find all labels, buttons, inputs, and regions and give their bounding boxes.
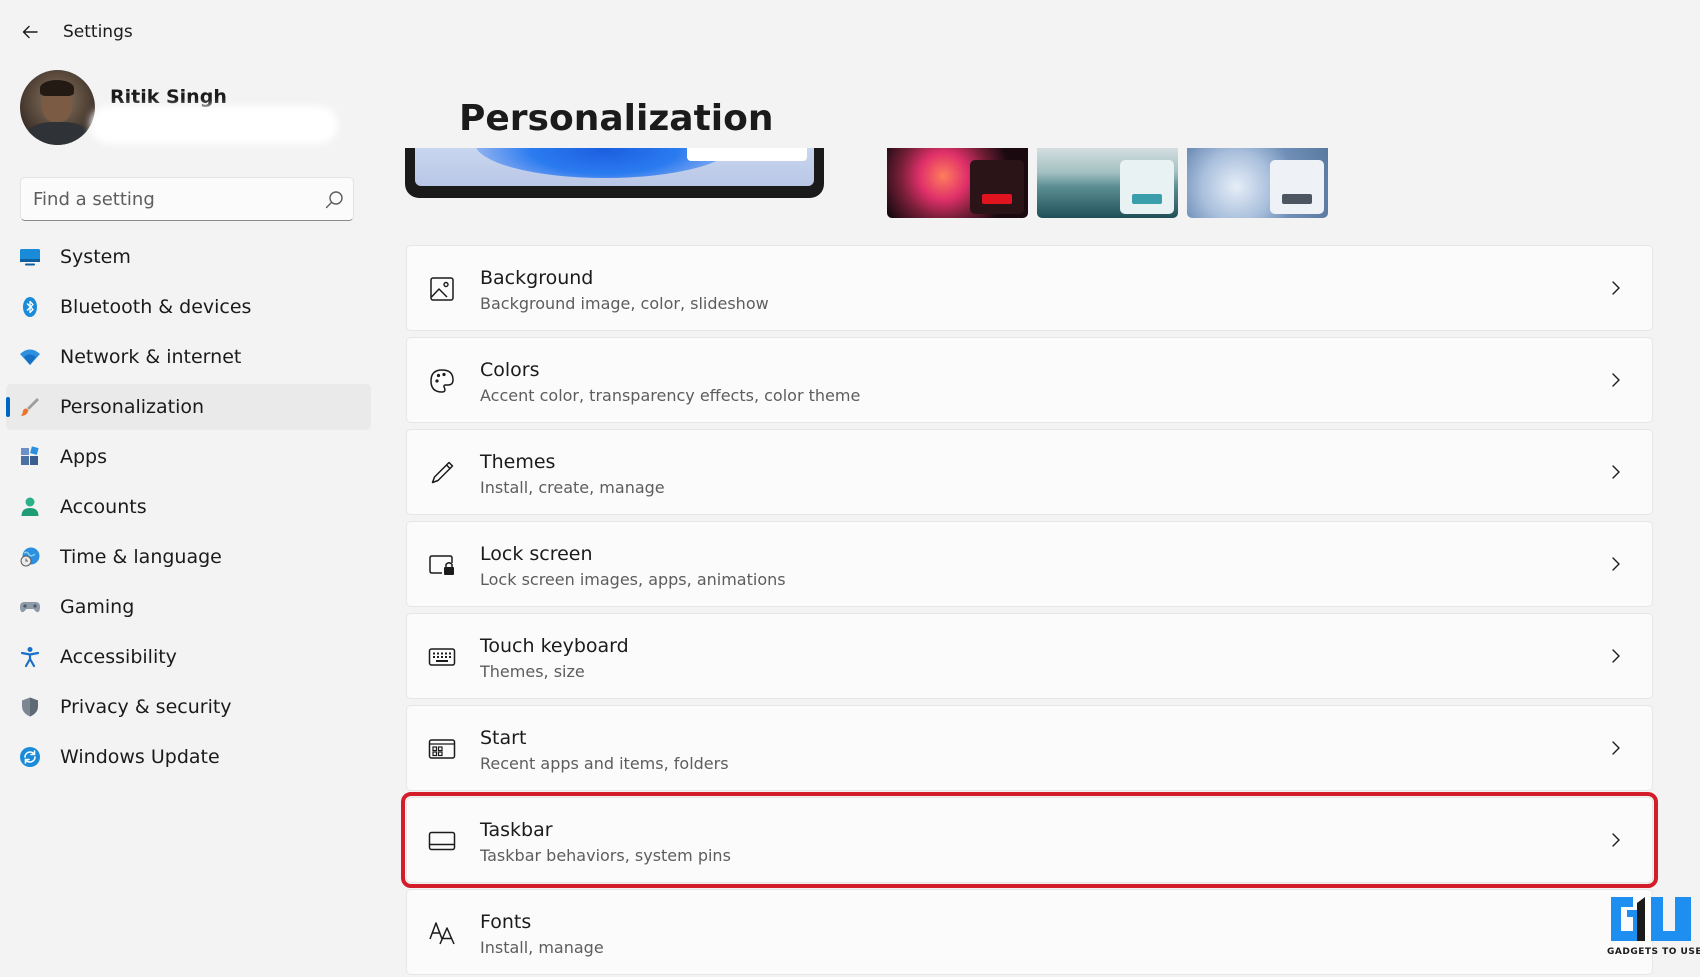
- lock-screen-icon: [427, 550, 457, 580]
- card-title: Start: [480, 727, 527, 749]
- palette-icon: [427, 366, 457, 396]
- sidebar-item-windows-update[interactable]: Windows Update: [6, 734, 371, 780]
- sidebar-item-label: Bluetooth & devices: [60, 296, 252, 318]
- theme-preview: [405, 148, 824, 198]
- sidebar-item-apps[interactable]: Apps: [6, 434, 371, 480]
- sidebar-item-time-language[interactable]: Time & language: [6, 534, 371, 580]
- card-subtitle: Accent color, transparency effects, colo…: [480, 386, 861, 405]
- profile-email-redacted: [96, 112, 332, 138]
- card-title: Background: [480, 267, 594, 289]
- theme-thumbnail[interactable]: [1187, 148, 1328, 218]
- card-start[interactable]: Start Recent apps and items, folders: [406, 705, 1653, 791]
- chevron-right-icon: [1612, 281, 1620, 295]
- card-subtitle: Install, manage: [480, 938, 604, 957]
- avatar: [20, 70, 95, 145]
- theme-thumbnail[interactable]: [887, 148, 1028, 218]
- back-button[interactable]: [14, 16, 46, 48]
- card-subtitle: Install, create, manage: [480, 478, 665, 497]
- watermark-text: GADGETS TO USE: [1607, 947, 1700, 957]
- pen-icon: [427, 458, 457, 488]
- user-profile[interactable]: Ritik Singh: [20, 70, 380, 146]
- theme-thumbnail[interactable]: [1037, 148, 1178, 218]
- gamepad-icon: [19, 596, 41, 618]
- fonts-icon: [427, 918, 457, 948]
- sidebar-item-system[interactable]: System: [6, 234, 371, 280]
- card-fonts[interactable]: Fonts Install, manage: [406, 889, 1653, 975]
- title-bar: Settings: [0, 0, 1700, 64]
- card-title: Touch keyboard: [480, 635, 629, 657]
- search-box[interactable]: [20, 177, 354, 221]
- person-icon: [19, 496, 41, 518]
- sidebar-nav: System Bluetooth & devices Network & int…: [6, 234, 371, 784]
- taskbar-icon: [427, 826, 457, 856]
- sidebar-item-label: Network & internet: [60, 346, 242, 368]
- shield-icon: [19, 696, 41, 718]
- wifi-icon: [19, 346, 41, 368]
- start-icon: [427, 734, 457, 764]
- card-subtitle: Themes, size: [480, 662, 585, 681]
- globe-clock-icon: [19, 546, 41, 568]
- search-input[interactable]: [33, 186, 313, 212]
- sidebar-item-label: Gaming: [60, 596, 135, 618]
- chevron-right-icon: [1612, 649, 1620, 663]
- sidebar-item-label: Personalization: [60, 396, 205, 418]
- app-title: Settings: [63, 22, 133, 42]
- card-title: Themes: [480, 451, 556, 473]
- card-title: Lock screen: [480, 543, 593, 565]
- card-themes[interactable]: Themes Install, create, manage: [406, 429, 1653, 515]
- bluetooth-icon: [19, 296, 41, 318]
- sidebar-item-label: Windows Update: [60, 746, 220, 768]
- sidebar-item-accounts[interactable]: Accounts: [6, 484, 371, 530]
- sidebar-item-label: Apps: [60, 446, 108, 468]
- chevron-right-icon: [1612, 373, 1620, 387]
- card-lock-screen[interactable]: Lock screen Lock screen images, apps, an…: [406, 521, 1653, 607]
- sidebar-item-network[interactable]: Network & internet: [6, 334, 371, 380]
- card-touch-keyboard[interactable]: Touch keyboard Themes, size: [406, 613, 1653, 699]
- card-subtitle: Lock screen images, apps, animations: [480, 570, 786, 589]
- sidebar-item-accessibility[interactable]: Accessibility: [6, 634, 371, 680]
- back-arrow-icon: [22, 25, 38, 39]
- preview-screen: [415, 148, 814, 186]
- chevron-right-icon: [1612, 465, 1620, 479]
- card-subtitle: Recent apps and items, folders: [480, 754, 729, 773]
- chevron-right-icon: [1612, 557, 1620, 571]
- monitor-icon: [19, 246, 41, 268]
- sidebar-item-privacy[interactable]: Privacy & security: [6, 684, 371, 730]
- profile-name: Ritik Singh: [110, 86, 227, 108]
- apps-icon: [19, 446, 41, 468]
- keyboard-icon: [427, 642, 457, 672]
- card-subtitle: Background image, color, slideshow: [480, 294, 769, 313]
- sidebar-item-label: Accessibility: [60, 646, 177, 668]
- settings-list: Background Background image, color, slid…: [401, 245, 1658, 977]
- page-title: Personalization: [459, 98, 774, 139]
- card-title: Colors: [480, 359, 540, 381]
- card-colors[interactable]: Colors Accent color, transparency effect…: [406, 337, 1653, 423]
- card-background[interactable]: Background Background image, color, slid…: [406, 245, 1653, 331]
- image-icon: [427, 274, 457, 304]
- brush-icon: [19, 396, 41, 418]
- watermark-logo: GADGETS TO USE: [1607, 893, 1700, 963]
- search-icon[interactable]: [323, 189, 345, 211]
- card-taskbar[interactable]: Taskbar Taskbar behaviors, system pins: [401, 792, 1658, 888]
- sidebar-item-label: Privacy & security: [60, 696, 232, 718]
- accessibility-icon: [19, 646, 41, 668]
- card-title: Taskbar: [480, 819, 553, 841]
- sidebar-item-personalization[interactable]: Personalization: [6, 384, 371, 430]
- chevron-right-icon: [1612, 741, 1620, 755]
- update-icon: [19, 746, 41, 768]
- card-subtitle: Taskbar behaviors, system pins: [480, 846, 731, 865]
- card-title: Fonts: [480, 911, 532, 933]
- sidebar-item-bluetooth[interactable]: Bluetooth & devices: [6, 284, 371, 330]
- chevron-right-icon: [1612, 833, 1620, 847]
- sidebar-item-label: System: [60, 246, 131, 268]
- sidebar-item-label: Time & language: [60, 546, 222, 568]
- sidebar-item-label: Accounts: [60, 496, 147, 518]
- sidebar-item-gaming[interactable]: Gaming: [6, 584, 371, 630]
